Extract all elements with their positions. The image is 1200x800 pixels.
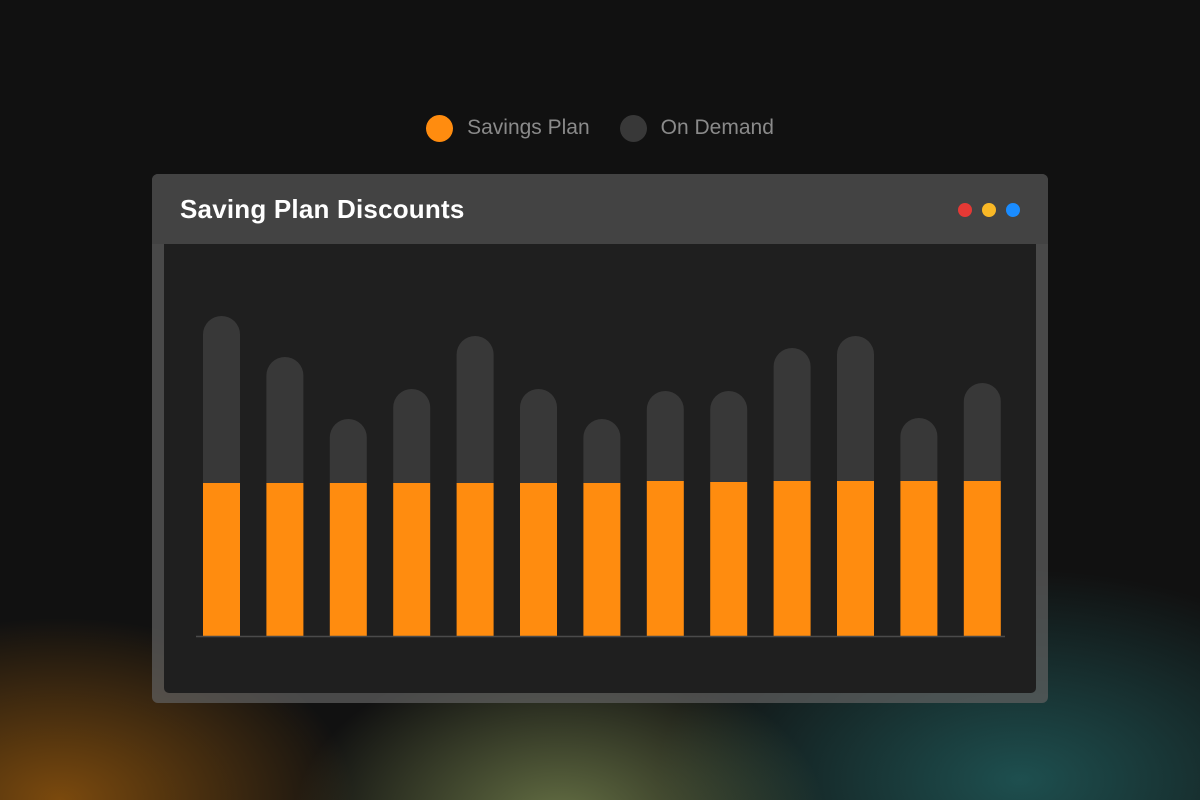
- bar-stack-10: [773, 348, 811, 636]
- stacked-bar-chart: [196, 316, 1005, 638]
- bar-stack-6: [520, 389, 557, 636]
- bar-savings-plan: [266, 483, 304, 636]
- bar-stack-8: [646, 391, 684, 636]
- window-title: Saving Plan Discounts: [180, 194, 465, 224]
- bar-savings-plan: [329, 483, 367, 636]
- window-controls: [958, 203, 1020, 217]
- chart-legend: Savings Plan On Demand: [0, 113, 1200, 143]
- legend-item-on-demand: On Demand: [619, 114, 774, 142]
- bar-stack-5: [456, 336, 494, 636]
- bar-savings-plan: [456, 483, 494, 636]
- bar-on-demand: [963, 383, 1001, 481]
- legend-swatch-on-demand: [619, 114, 647, 142]
- bar-stack-7: [583, 419, 621, 636]
- page-background: Savings Plan On Demand Saving Plan Disco…: [0, 0, 1200, 800]
- bar-on-demand: [456, 336, 494, 483]
- bar-stack-4: [393, 389, 431, 636]
- bar-stack-2: [266, 357, 304, 636]
- bar-on-demand: [393, 389, 431, 483]
- bar-on-demand: [646, 391, 684, 481]
- bar-stack-12: [900, 418, 938, 636]
- bar-savings-plan: [583, 483, 621, 636]
- minimize-dot[interactable]: [982, 203, 996, 217]
- bar-savings-plan: [646, 481, 684, 636]
- bar-stack-11: [837, 336, 874, 636]
- bar-on-demand: [837, 336, 874, 481]
- bar-savings-plan: [203, 483, 240, 636]
- bar-on-demand: [520, 389, 557, 483]
- bar-on-demand: [900, 418, 938, 481]
- bar-on-demand: [773, 348, 811, 481]
- bar-on-demand: [583, 419, 621, 483]
- legend-swatch-savings-plan: [426, 114, 454, 142]
- bar-savings-plan: [520, 483, 557, 636]
- bar-on-demand: [266, 357, 304, 483]
- bar-on-demand: [329, 419, 367, 483]
- chart-window: Saving Plan Discounts: [152, 174, 1048, 703]
- legend-label-on-demand: On Demand: [660, 116, 774, 139]
- chart-panel: [164, 244, 1036, 693]
- bar-savings-plan: [900, 481, 938, 636]
- legend-label-savings-plan: Savings Plan: [467, 116, 590, 139]
- bar-savings-plan: [837, 481, 874, 636]
- legend-item-savings-plan: Savings Plan: [426, 114, 590, 142]
- bar-savings-plan: [393, 483, 431, 636]
- bar-savings-plan: [710, 482, 748, 636]
- close-dot[interactable]: [958, 203, 972, 217]
- bar-savings-plan: [963, 481, 1001, 636]
- bar-stack-9: [710, 391, 748, 636]
- bar-stack-13: [963, 383, 1001, 636]
- bar-stack-1: [203, 316, 240, 636]
- bar-on-demand: [710, 391, 748, 482]
- bar-stack-3: [329, 419, 367, 636]
- window-titlebar: Saving Plan Discounts: [152, 174, 1048, 244]
- bar-on-demand: [203, 316, 240, 483]
- maximize-dot[interactable]: [1006, 203, 1020, 217]
- bar-savings-plan: [773, 481, 811, 636]
